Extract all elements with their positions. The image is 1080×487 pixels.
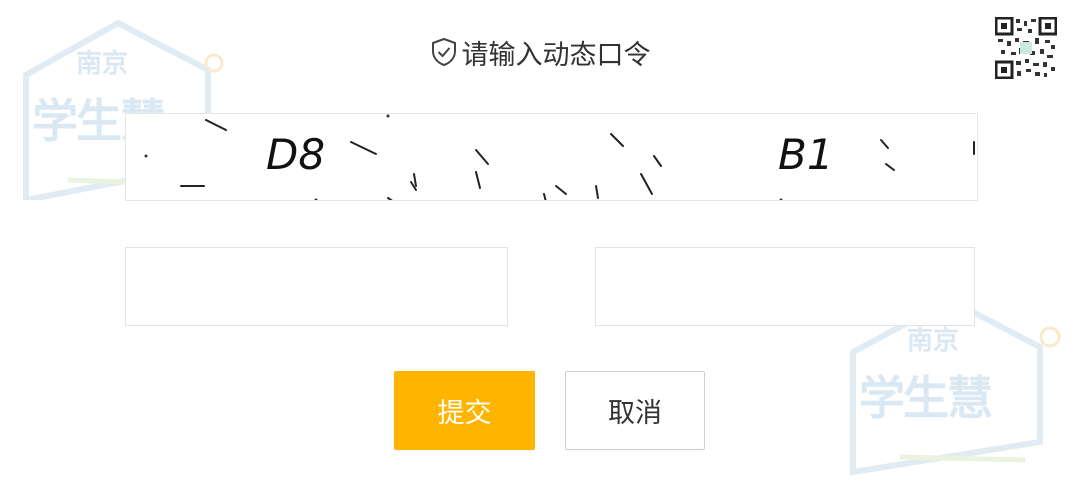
code-input-left[interactable] xyxy=(125,247,508,326)
submit-button[interactable]: 提交 xyxy=(394,371,535,450)
shield-check-icon xyxy=(431,37,456,67)
dialog-title-text: 请输入动态口令 xyxy=(461,39,651,71)
qr-code-icon xyxy=(995,17,1057,79)
watermark-main-text: 学生慧 xyxy=(859,371,993,425)
dialog-title: 请输入动态口令 xyxy=(0,30,1080,74)
captcha-noise xyxy=(144,114,975,200)
cancel-button[interactable]: 取消 xyxy=(565,371,705,450)
code-input-right[interactable] xyxy=(595,247,975,326)
captcha-code-right: B1 xyxy=(778,130,834,179)
captcha-code-left: D8 xyxy=(266,130,326,179)
captcha-image[interactable]: D8 B1 xyxy=(125,113,978,201)
